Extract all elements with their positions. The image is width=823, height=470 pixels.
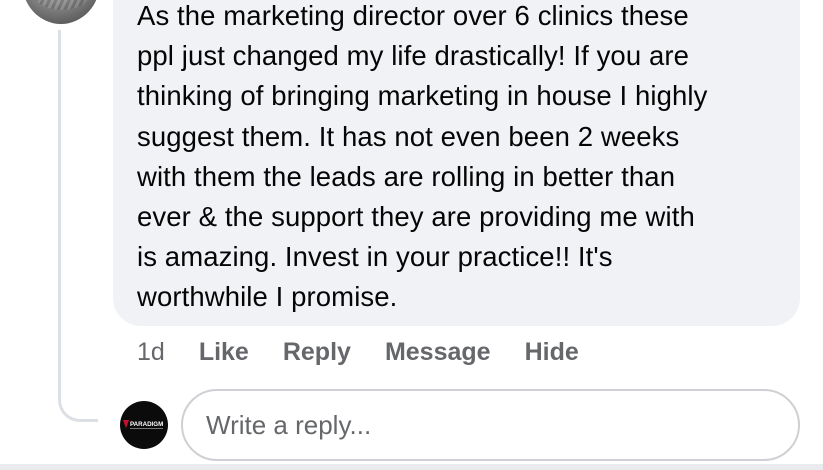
comment-text-line: ppl just changed my life drastically! If… xyxy=(137,40,690,72)
comment-text-line: worthwhile I promise. xyxy=(137,281,398,313)
reply-button[interactable]: Reply xyxy=(283,338,351,367)
thread-connector-line xyxy=(58,30,98,422)
comment-text-line: with them the leads are rolling in bette… xyxy=(137,160,676,192)
comment-text-line: suggest them. It has not even been 2 wee… xyxy=(137,120,680,152)
comment-timestamp[interactable]: 1d xyxy=(137,338,165,367)
like-button[interactable]: Like xyxy=(199,338,249,367)
logo-text: PARADIGM xyxy=(130,421,163,428)
bottom-divider xyxy=(0,464,823,470)
reply-placeholder: Write a reply... xyxy=(206,409,372,440)
comment-text: As the marketing director over 6 clinics… xyxy=(137,0,792,318)
comment-thread: As the marketing director over 6 clinics… xyxy=(0,0,823,470)
comment-actions: 1d Like Reply Message Hide xyxy=(137,336,579,368)
reply-avatar[interactable]: PARADIGM xyxy=(120,401,168,449)
comment-text-line: ever & the support they are providing me… xyxy=(137,201,695,233)
commenter-avatar[interactable] xyxy=(22,0,100,24)
paradigm-logo-icon: PARADIGM xyxy=(123,420,163,429)
reply-input[interactable]: Write a reply... xyxy=(181,389,800,461)
comment-text-line: As the marketing director over 6 clinics… xyxy=(137,0,689,31)
comment-text-line: is amazing. Invest in your practice!! It… xyxy=(137,241,613,273)
hide-button[interactable]: Hide xyxy=(525,338,579,367)
comment-text-line: thinking of bringing marketing in house … xyxy=(137,80,708,112)
message-button[interactable]: Message xyxy=(385,338,491,367)
